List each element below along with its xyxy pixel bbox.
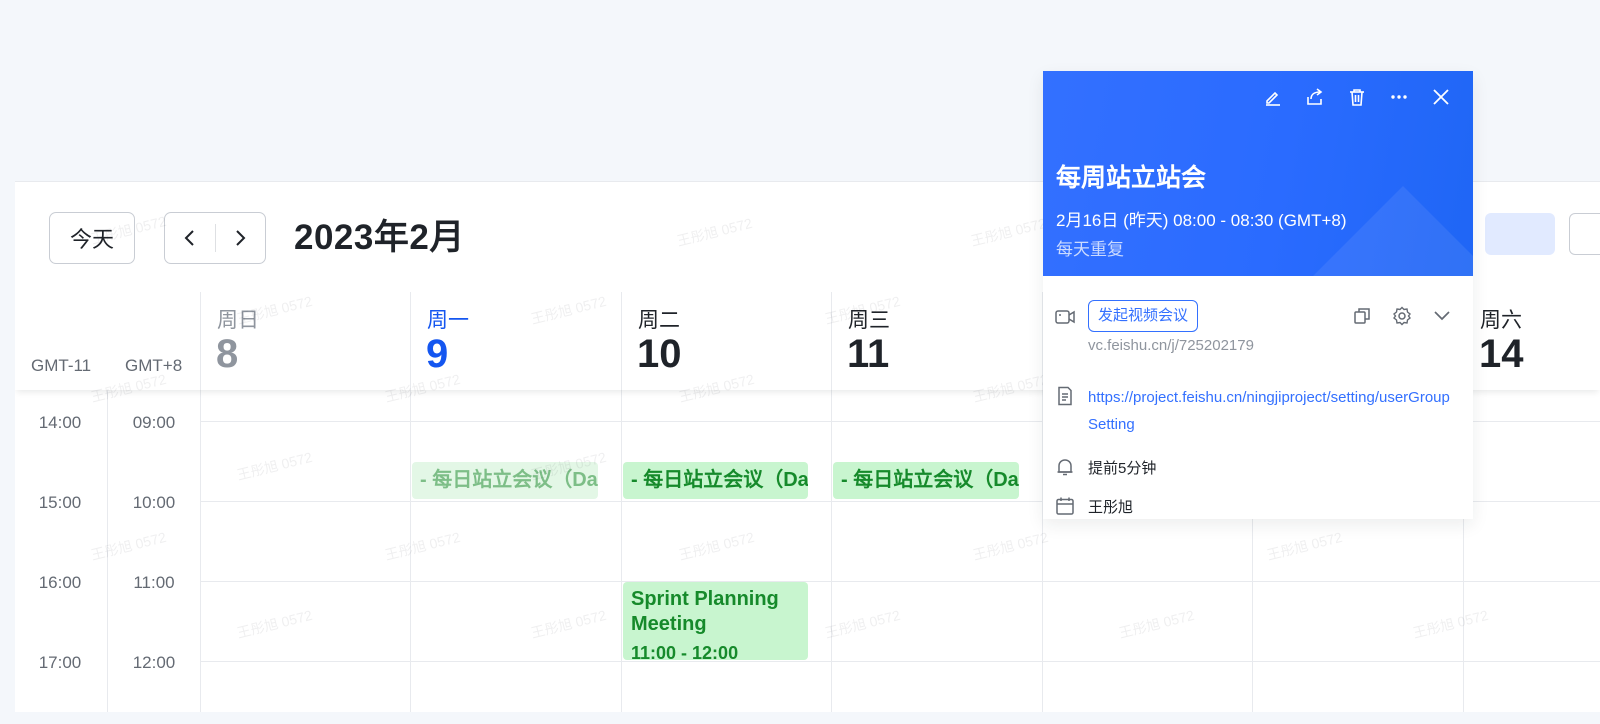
day-column-line [200, 390, 201, 712]
view-switch-button[interactable] [1569, 213, 1600, 255]
weekday-label: 周一 [427, 309, 469, 332]
time-label: 11:00 [133, 573, 175, 592]
header-decoration [1293, 186, 1473, 276]
video-icon [1055, 310, 1075, 324]
day-column-line [410, 390, 411, 712]
calendar-owner-row: 王彤旭 [1043, 494, 1473, 518]
delete-button[interactable] [1343, 83, 1371, 111]
event-sprint-planning[interactable]: Sprint Planning Meeting 11:00 - 12:00 [623, 582, 808, 660]
video-meeting-link[interactable]: vc.feishu.cn/j/725202179 [1088, 337, 1254, 354]
expand-button[interactable] [1431, 305, 1453, 327]
event-title: 每周站立站会 [1056, 164, 1207, 192]
calendar-icon [1056, 497, 1074, 515]
close-button[interactable] [1427, 83, 1455, 111]
settings-button[interactable] [1391, 305, 1413, 327]
date-navigation [164, 212, 266, 264]
today-button[interactable]: 今天 [49, 212, 135, 264]
date-number: 10 [637, 332, 682, 376]
day-column-line [621, 390, 622, 712]
event-standup-mon[interactable]: - 每日站立会议（Daily Standup） [412, 462, 598, 499]
calendar-owner-name: 王彤旭 [1088, 499, 1134, 516]
chevron-right-icon [236, 230, 246, 246]
document-row: https://project.feishu.cn/ningjiproject/… [1043, 384, 1473, 440]
time-label: 15:00 [38, 493, 82, 512]
weekday-label: 周日 [217, 309, 259, 332]
timezone-label-gmt-plus-8: GMT+8 [125, 356, 183, 375]
event-standup-wed[interactable]: - 每日站立会议（Daily Standup） [833, 462, 1019, 499]
bell-icon [1057, 459, 1073, 476]
reminder-text: 提前5分钟 [1088, 460, 1157, 477]
edit-button[interactable] [1259, 83, 1287, 111]
month-title: 2023年2月 [294, 218, 465, 257]
time-label: 16:00 [38, 573, 82, 592]
day-header-sat[interactable]: 周六 14 [1463, 292, 1600, 390]
edit-icon [1266, 91, 1280, 106]
weekday-label: 周二 [638, 309, 680, 332]
share-icon [1307, 88, 1323, 105]
start-video-meeting-button[interactable]: 发起视频会议 [1088, 300, 1199, 332]
event-datetime: 2月16日 (昨天) 08:00 - 08:30 (GMT+8) [1056, 211, 1347, 230]
chevron-left-icon [184, 230, 194, 246]
timezone-divider [107, 390, 108, 712]
time-label: 14:00 [38, 413, 82, 432]
date-number: 9 [426, 332, 449, 376]
day-header-sun[interactable]: 周日 8 [200, 292, 411, 390]
event-repeat: 每天重复 [1056, 240, 1124, 259]
document-icon [1058, 386, 1072, 406]
time-label: 09:00 [132, 413, 176, 432]
popup-header: 每周站立站会 2月16日 (昨天) 08:00 - 08:30 (GMT+8) … [1043, 71, 1473, 276]
day-header-mon[interactable]: 周一 9 [410, 292, 622, 390]
time-label: 12:00 [132, 653, 176, 672]
day-header-tue[interactable]: 周二 10 [621, 292, 832, 390]
weekday-label: 周六 [1480, 309, 1522, 332]
prev-button[interactable] [165, 213, 215, 263]
event-detail-popup: 每周站立站会 2月16日 (昨天) 08:00 - 08:30 (GMT+8) … [1043, 71, 1473, 519]
document-link[interactable]: https://project.feishu.cn/ningjiproject/… [1088, 384, 1453, 438]
date-number: 11 [847, 332, 890, 376]
more-button[interactable] [1385, 83, 1413, 111]
close-icon [1433, 89, 1449, 105]
trash-icon [1350, 89, 1364, 106]
timezone-label-gmt-minus-11: GMT-11 [31, 356, 92, 375]
search-box[interactable] [1485, 213, 1555, 255]
share-button[interactable] [1301, 83, 1329, 111]
reminder-row: 提前5分钟 [1043, 455, 1473, 479]
day-header-wed[interactable]: 周三 11 [831, 292, 1043, 390]
chevron-down-icon [1434, 311, 1450, 321]
event-time: 11:00 - 12:00 [631, 643, 739, 660]
date-number: 8 [216, 332, 239, 376]
video-tools [1351, 305, 1453, 327]
copy-button[interactable] [1351, 305, 1373, 327]
weekday-label: 周三 [848, 309, 890, 332]
gear-icon [1393, 306, 1411, 326]
more-icon [1391, 95, 1407, 99]
time-label: 10:00 [132, 493, 176, 512]
event-standup-tue[interactable]: - 每日站立会议（Daily Standup） [623, 462, 808, 499]
copy-icon [1354, 308, 1370, 324]
event-title: Sprint Planning Meeting [631, 588, 779, 635]
day-column-line [831, 390, 832, 712]
date-number: 14 [1479, 332, 1524, 376]
popup-actions [1259, 83, 1455, 111]
time-label: 17:00 [38, 653, 82, 672]
video-meeting-row: 发起视频会议 vc.feishu.cn/j/725202179 [1043, 300, 1473, 360]
next-button[interactable] [216, 213, 266, 263]
